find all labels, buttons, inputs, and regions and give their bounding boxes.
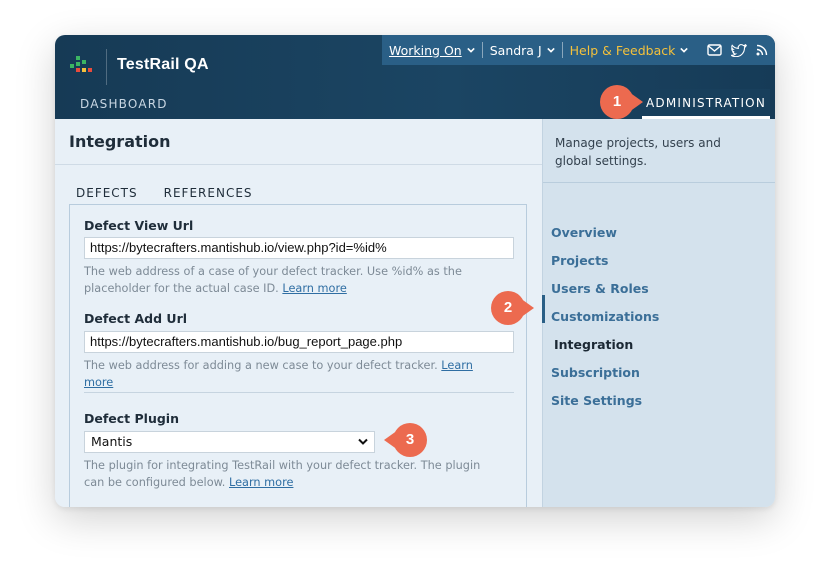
defect-add-url-label: Defect Add Url: [84, 311, 188, 326]
chevron-down-icon: [466, 47, 475, 53]
page-title: Integration: [69, 132, 171, 151]
twitter-icon[interactable]: [731, 43, 748, 57]
sidebar-item-site-settings[interactable]: Site Settings: [551, 393, 642, 408]
callout-1: 1: [599, 84, 647, 120]
top-header: TestRail QA Working On Sandra J Help & F…: [55, 35, 775, 119]
user-menu-bar: Working On Sandra J Help & Feedback: [382, 35, 775, 65]
defect-add-url-input[interactable]: https://bytecrafters.mantishub.io/bug_re…: [84, 331, 514, 353]
help-feedback-label: Help & Feedback: [569, 42, 676, 58]
section-divider: [84, 392, 514, 393]
main-content: Integration DEFECTS REFERENCES Defect Vi…: [55, 119, 542, 507]
defect-plugin-label: Defect Plugin: [84, 411, 179, 426]
title-divider: [55, 164, 542, 165]
sidebar-item-integration[interactable]: Integration: [554, 337, 633, 352]
defect-plugin-help: The plugin for integrating TestRail with…: [84, 457, 504, 491]
learn-more-link[interactable]: Learn more: [229, 476, 293, 489]
defect-add-url-help: The web address for adding a new case to…: [84, 357, 504, 391]
nav-dashboard[interactable]: DASHBOARD: [80, 97, 168, 111]
defects-panel: Defect View Url https://bytecrafters.man…: [69, 204, 527, 507]
sidebar-divider: [543, 182, 775, 183]
tab-references[interactable]: REFERENCES: [157, 185, 260, 206]
defect-plugin-value: Mantis: [91, 434, 133, 449]
working-on-label: Working On: [389, 42, 462, 58]
user-account-menu[interactable]: Sandra J: [483, 43, 562, 58]
sidebar-item-overview[interactable]: Overview: [551, 225, 617, 240]
defect-view-url-help: The web address of a case of your defect…: [84, 263, 504, 297]
nav-administration[interactable]: ADMINISTRATION: [642, 89, 770, 119]
callout-3: 3: [380, 422, 428, 458]
callout-number: 3: [405, 431, 415, 448]
active-indicator: [542, 295, 545, 323]
user-name: Sandra J: [489, 42, 542, 58]
defect-plugin-select[interactable]: Mantis: [84, 431, 375, 453]
testrail-logo-icon: [70, 56, 94, 76]
working-on-menu[interactable]: Working On: [382, 43, 482, 58]
sidebar-item-projects[interactable]: Projects: [551, 253, 609, 268]
callout-2: 2: [490, 290, 538, 326]
defect-view-url-input[interactable]: https://bytecrafters.mantishub.io/view.p…: [84, 237, 514, 259]
integration-tabs: DEFECTS REFERENCES: [69, 185, 272, 206]
callout-number: 1: [612, 93, 622, 110]
help-text: The web address for adding a new case to…: [84, 359, 438, 372]
callout-number: 2: [503, 299, 513, 316]
sidebar-description: Manage projects, users and global settin…: [555, 136, 721, 168]
app-title: TestRail QA: [117, 56, 209, 73]
tab-defects[interactable]: DEFECTS: [69, 185, 145, 206]
chevron-down-icon: [546, 47, 555, 53]
chevron-down-icon: [358, 438, 368, 445]
help-feedback-menu[interactable]: Help & Feedback: [563, 43, 696, 58]
sidebar-item-users-roles[interactable]: Users & Roles: [551, 281, 649, 296]
mail-icon[interactable]: [707, 44, 723, 56]
admin-sidebar: Manage projects, users and global settin…: [542, 119, 775, 507]
sidebar-item-subscription[interactable]: Subscription: [551, 365, 640, 380]
learn-more-link[interactable]: Learn more: [282, 282, 346, 295]
logo-divider: [106, 49, 107, 85]
help-text: The web address of a case of your defect…: [84, 265, 462, 295]
rss-icon[interactable]: [756, 44, 768, 56]
defect-view-url-label: Defect View Url: [84, 218, 194, 233]
chevron-down-icon: [680, 47, 689, 53]
sidebar-item-customizations[interactable]: Customizations: [551, 309, 659, 324]
